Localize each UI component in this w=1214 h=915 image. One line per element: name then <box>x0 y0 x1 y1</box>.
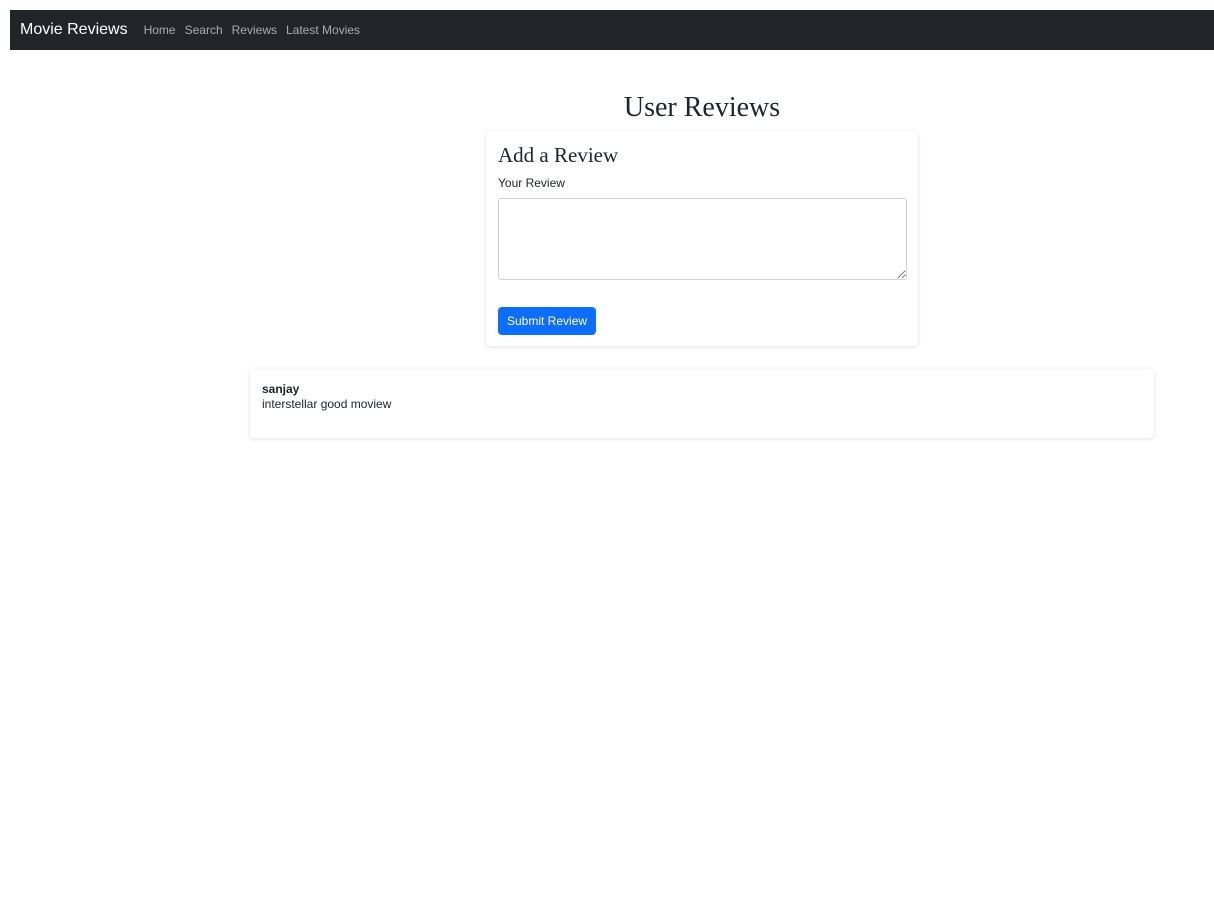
nav-link-search[interactable]: Search <box>185 23 223 37</box>
review-text: interstellar good moview <box>262 397 392 411</box>
nav-link-reviews[interactable]: Reviews <box>232 23 277 37</box>
navbar-brand[interactable]: Movie Reviews <box>20 21 128 39</box>
submit-review-button[interactable]: Submit Review <box>498 307 597 335</box>
navbar: Movie Reviews Home Search Reviews Latest… <box>10 10 1214 50</box>
review-username: sanjay <box>262 382 300 396</box>
add-review-card: Add a Review Your Review Submit Review <box>486 131 918 346</box>
nav-links: Home Search Reviews Latest Movies <box>144 23 369 37</box>
page-title: User Reviews <box>623 92 781 123</box>
review-textarea[interactable] <box>498 198 907 280</box>
review-label: Your Review <box>498 176 565 190</box>
page: Movie Reviews Home Search Reviews Latest… <box>0 0 1214 915</box>
review-card: sanjay interstellar good moview <box>250 369 1154 438</box>
nav-link-home[interactable]: Home <box>144 23 176 37</box>
nav-link-latest-movies[interactable]: Latest Movies <box>286 23 360 37</box>
add-review-title: Add a Review <box>498 143 619 167</box>
